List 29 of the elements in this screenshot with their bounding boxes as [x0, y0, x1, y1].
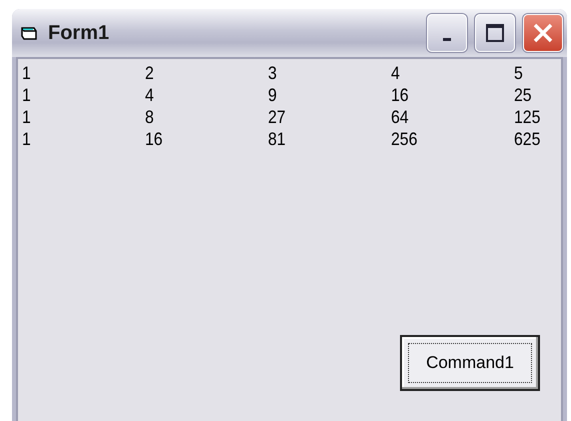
output-number: 16	[145, 128, 164, 150]
close-button[interactable]	[523, 14, 563, 52]
output-number: 625	[514, 128, 542, 150]
minimize-icon	[443, 38, 451, 40]
command-button[interactable]: Command1	[400, 335, 540, 391]
output-number: 125	[514, 106, 542, 128]
output-number: 4	[145, 84, 155, 106]
output-number: 1	[22, 128, 32, 150]
output-number: 1	[22, 84, 32, 106]
output-number: 1	[22, 106, 32, 128]
output-number: 256	[391, 128, 418, 150]
minimize-button[interactable]	[427, 14, 467, 52]
output-number: 27	[268, 106, 287, 128]
output-number: 2	[145, 62, 155, 84]
output-number: 81	[268, 128, 287, 150]
output-number: 1	[22, 62, 32, 84]
output-number: 16	[391, 84, 410, 106]
output-number: 25	[514, 84, 533, 106]
window-icon	[20, 25, 40, 41]
output-number: 3	[268, 62, 278, 84]
output-number: 8	[145, 106, 155, 128]
output-number: 5	[514, 62, 524, 84]
maximize-button[interactable]	[475, 14, 515, 52]
output-number: 9	[268, 84, 278, 106]
close-icon	[532, 22, 554, 44]
window-title: Form1	[48, 22, 110, 44]
output-number: 64	[391, 106, 410, 128]
output-number: 4	[391, 62, 401, 84]
maximize-icon	[485, 23, 505, 43]
